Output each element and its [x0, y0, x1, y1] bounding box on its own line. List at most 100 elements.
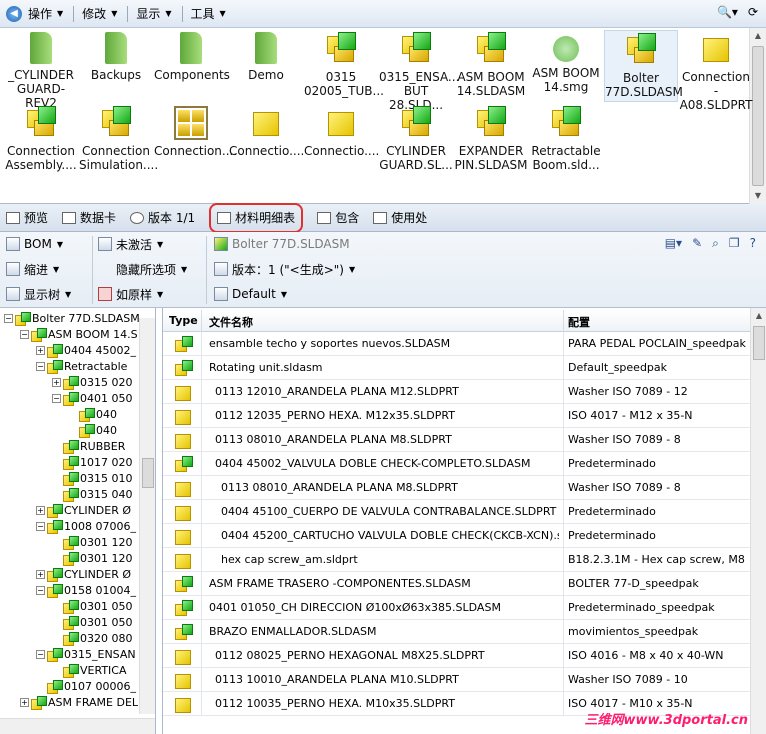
find-icon[interactable]: ⌕	[712, 236, 719, 251]
expand-icon[interactable]: +	[36, 345, 45, 355]
file-item[interactable]: Connection Simulation....	[79, 104, 158, 176]
expand-icon[interactable]: +	[52, 377, 61, 387]
scrollbar-thumb[interactable]	[753, 326, 765, 360]
tree-node[interactable]: 0107 00006_	[36, 678, 136, 694]
file-item[interactable]: Bolter 77D.SLDASM	[604, 30, 683, 102]
tree-node[interactable]: − 0315_ENSAN	[36, 646, 136, 662]
tab-bom[interactable]: 材料明细表	[209, 202, 304, 233]
copy-icon[interactable]: ❐	[729, 236, 740, 251]
file-item[interactable]: 0315 02005_TUB...	[304, 30, 384, 102]
tree-vertical-scrollbar[interactable]	[139, 318, 155, 714]
bom-dropdown[interactable]: BOM ▼	[6, 234, 63, 254]
tree-node[interactable]: 0301 120	[52, 550, 133, 566]
table-row[interactable]: 0113 08010_ARANDELA PLANA M8.SLDPRT Washe…	[163, 476, 751, 500]
collapse-icon[interactable]: −	[52, 393, 61, 403]
file-item[interactable]: CYLINDER GUARD.SL...	[379, 104, 453, 176]
collapse-icon[interactable]: −	[36, 585, 45, 595]
menu-tools[interactable]: 工具 ▼	[191, 5, 226, 22]
tree-node[interactable]: RUBBER	[52, 438, 125, 454]
file-item[interactable]: Connectio....	[229, 104, 304, 176]
tab-version[interactable]: 版本 1/1	[130, 207, 195, 229]
expand-icon[interactable]: +	[36, 569, 45, 579]
tree-node[interactable]: + CYLINDER Ø	[36, 566, 131, 582]
tree-node[interactable]: 1017 020	[52, 454, 133, 470]
table-row[interactable]: hex cap screw_am.sldprt B18.2.3.1M - Hex …	[163, 548, 751, 572]
tree-node[interactable]: 040	[68, 406, 117, 422]
collapse-icon[interactable]: −	[36, 649, 45, 659]
help-icon[interactable]: ?	[750, 236, 756, 251]
tree-node[interactable]: + ASM FRAME DEL	[20, 694, 138, 710]
tree-node[interactable]: VERTICA	[52, 662, 127, 678]
tree-node[interactable]: − 0401 050	[52, 390, 133, 406]
expand-icon[interactable]: +	[20, 697, 29, 707]
scroll-up-icon[interactable]: ▲	[751, 308, 766, 324]
table-row[interactable]: 0112 12035_PERNO HEXA. M12x35.SLDPRT ISO …	[163, 404, 751, 428]
collapse-icon[interactable]: −	[36, 361, 45, 371]
tab-datacard[interactable]: 数据卡	[62, 207, 116, 229]
tree-node[interactable]: − 0158 01004_	[36, 582, 136, 598]
file-item[interactable]: _CYLINDER GUARD-REV2	[4, 30, 78, 110]
file-item[interactable]: 0315_ENSA... BUT 28.SLD...	[379, 30, 459, 112]
collapse-icon[interactable]: −	[36, 521, 45, 531]
column-header-type[interactable]: Type	[169, 314, 198, 327]
column-header-name[interactable]: 文件名称	[209, 314, 253, 330]
file-item[interactable]: EXPANDER PIN.SLDASM	[454, 104, 528, 176]
table-row[interactable]: 0404 45200_CARTUCHO VALVULA DOBLE CHECK(…	[163, 524, 751, 548]
table-row[interactable]: 0404 45100_CUERPO DE VALVULA CONTRABALAN…	[163, 500, 751, 524]
list-vertical-scrollbar[interactable]: ▲	[750, 308, 766, 734]
tree-node[interactable]: 0315 010	[52, 470, 133, 486]
collapse-icon[interactable]: −	[4, 313, 13, 323]
tree-node[interactable]: 0301 050	[52, 614, 133, 630]
version-dropdown[interactable]: 版本：1 ("<生成>") ▼	[214, 259, 355, 279]
file-item[interactable]: Connection....	[154, 104, 237, 176]
tab-contains[interactable]: 包含	[317, 207, 359, 229]
config-dropdown[interactable]: Default ▼	[214, 284, 287, 304]
table-row[interactable]: 0112 08025_PERNO HEXAGONAL M8X25.SLDPRT I…	[163, 644, 751, 668]
export-icon[interactable]: ▤▾	[665, 236, 682, 251]
scroll-down-icon[interactable]: ▼	[750, 188, 766, 204]
refresh-icon[interactable]: ⟳	[748, 5, 758, 19]
not-activated-dropdown[interactable]: 未激活 ▼	[98, 234, 163, 254]
tree-node[interactable]: − 1008 07006_	[36, 518, 136, 534]
tree-node[interactable]: + CYLINDER Ø	[36, 502, 131, 518]
table-row[interactable]: 0404 45002_VALVULA DOBLE CHECK-COMPLETO.…	[163, 452, 751, 476]
file-item[interactable]: Connection Assembly....	[4, 104, 78, 176]
tab-preview[interactable]: 预览	[6, 207, 48, 229]
hide-options-dropdown[interactable]: 隐藏所选项 ▼	[116, 259, 187, 279]
indent-dropdown[interactable]: 缩进 ▼	[6, 259, 59, 279]
table-row[interactable]: ASM FRAME TRASERO -COMPONENTES.SLDASM BOL…	[163, 572, 751, 596]
edit-icon[interactable]: ✎	[692, 236, 702, 251]
table-row[interactable]: 0113 10010_ARANDELA PLANA M10.SLDPRT Wash…	[163, 668, 751, 692]
collapse-icon[interactable]: −	[20, 329, 29, 339]
file-item[interactable]: Components	[154, 30, 230, 102]
table-row[interactable]: ensamble techo y soportes nuevos.SLDASM P…	[163, 332, 751, 356]
tree-node[interactable]: 0320 080	[52, 630, 133, 646]
menu-modify[interactable]: 修改 ▼	[82, 5, 117, 22]
file-item[interactable]: Retractable Boom.sld...	[529, 104, 603, 176]
menu-display[interactable]: 显示 ▼	[136, 5, 171, 22]
table-row[interactable]: Rotating unit.sldasm Default_speedpak	[163, 356, 751, 380]
tree-node[interactable]: − Bolter 77D.SLDASM	[4, 310, 140, 326]
tree-node[interactable]: +0315 020	[52, 374, 133, 390]
table-row[interactable]: 0401 01050_CH DIRECCION Ø100xØ63x385.SLD…	[163, 596, 751, 620]
column-divider[interactable]	[563, 310, 564, 332]
file-item[interactable]: Connection - A08.SLDPRT	[679, 30, 753, 112]
file-item[interactable]: Backups	[79, 30, 153, 102]
as-built-dropdown[interactable]: 如原样 ▼	[98, 284, 163, 304]
tree-node[interactable]: 0301 120	[52, 534, 133, 550]
file-item[interactable]: ASM BOOM 14.smg	[529, 30, 603, 102]
file-item[interactable]: Connectio....	[304, 104, 379, 176]
table-row[interactable]: BRAZO ENMALLADOR.SLDASM movimientos_speed…	[163, 620, 751, 644]
scrollbar-thumb[interactable]	[142, 458, 154, 488]
show-tree-dropdown[interactable]: 显示树 ▼	[6, 284, 71, 304]
tree-node[interactable]: 0301 050	[52, 598, 133, 614]
tree-node[interactable]: − Retractable	[36, 358, 127, 374]
back-icon[interactable]: ◀	[6, 5, 22, 22]
table-row[interactable]: 0113 08010_ARANDELA PLANA M8.SLDPRT Washe…	[163, 428, 751, 452]
column-header-config[interactable]: 配置	[568, 314, 590, 330]
table-row[interactable]: 0113 12010_ARANDELA PLANA M12.SLDPRT Wash…	[163, 380, 751, 404]
expand-icon[interactable]: +	[36, 505, 45, 515]
menu-operations[interactable]: 操作 ▼	[28, 5, 63, 22]
tree-node[interactable]: +0404 45002_	[36, 342, 136, 358]
tab-where-used[interactable]: 使用处	[373, 207, 427, 229]
